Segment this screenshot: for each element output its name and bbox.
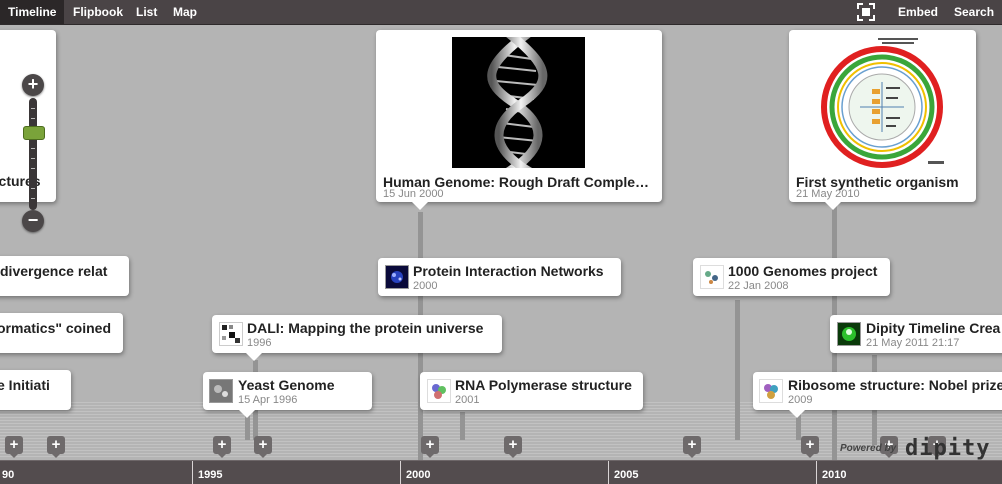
event-card-rna-polymerase[interactable]: RNA Polymerase structure 2001 bbox=[420, 372, 643, 410]
zoom-notch bbox=[31, 148, 35, 149]
axis-year-label: 2005 bbox=[614, 469, 639, 481]
powered-by-label: Powered by bbox=[840, 443, 897, 454]
card-pointer bbox=[239, 410, 255, 418]
event-date: 15 Jun 2000 bbox=[383, 188, 444, 200]
yeast-thumbnail bbox=[209, 379, 233, 403]
event-title: Ribosome structure: Nobel prize bbox=[788, 377, 1002, 393]
timeline-stage[interactable]: Timeline Flipbook List Map Embed Search … bbox=[0, 0, 1002, 484]
event-title: Yeast Genome bbox=[238, 377, 335, 393]
event-title: 1000 Genomes project bbox=[728, 263, 878, 279]
fullscreen-icon[interactable] bbox=[857, 3, 875, 21]
add-event-button[interactable]: + bbox=[47, 436, 65, 458]
tab-timeline[interactable]: Timeline bbox=[0, 0, 65, 24]
matrix-thumbnail bbox=[219, 322, 243, 346]
add-event-button[interactable]: + bbox=[254, 436, 272, 458]
event-date: 2009 bbox=[788, 394, 813, 406]
event-card-initiative[interactable]: e Initiati bbox=[0, 370, 71, 410]
card-pointer bbox=[246, 353, 262, 361]
event-title: e Initiati bbox=[0, 377, 50, 393]
stem-rna-pol bbox=[460, 412, 465, 440]
top-nav-bar: Timeline Flipbook List Map Embed Search bbox=[0, 0, 1002, 25]
event-title: DALI: Mapping the protein universe bbox=[247, 320, 484, 336]
add-event-button[interactable]: + bbox=[421, 436, 439, 458]
event-card-divergence[interactable]: divergence relat bbox=[0, 256, 129, 296]
event-date: 2000 bbox=[413, 280, 438, 292]
event-title: divergence relat bbox=[0, 263, 108, 279]
event-date: 21 May 2011 21:17 bbox=[866, 337, 960, 349]
event-card-dipity-timeline[interactable]: Dipity Timeline Crea 21 May 2011 21:17 bbox=[830, 315, 1002, 353]
event-date: 15 Apr 1996 bbox=[238, 394, 298, 406]
tab-flipbook[interactable]: Flipbook bbox=[73, 0, 123, 24]
add-event-button[interactable]: + bbox=[5, 436, 23, 458]
axis-year-label: 2010 bbox=[822, 469, 847, 481]
dipity-thumbnail bbox=[837, 322, 861, 346]
event-card-yeast-genome[interactable]: Yeast Genome 15 Apr 1996 bbox=[203, 372, 372, 418]
axis-tick bbox=[816, 461, 817, 484]
event-card-human-genome[interactable]: Human Genome: Rough Draft Comple… 15 Jun… bbox=[376, 30, 662, 210]
add-event-button[interactable]: + bbox=[683, 436, 701, 458]
event-card-informatics[interactable]: ormatics" coined bbox=[0, 313, 123, 353]
card-pointer bbox=[789, 410, 805, 418]
search-button[interactable]: Search bbox=[954, 0, 994, 24]
axis-year-label: 2000 bbox=[406, 469, 431, 481]
zoom-notch bbox=[31, 108, 35, 109]
tab-list[interactable]: List bbox=[136, 0, 157, 24]
event-date: 21 May 2010 bbox=[796, 188, 860, 200]
dipity-logo[interactable]: dipity bbox=[905, 436, 990, 461]
event-title: ormatics" coined bbox=[0, 320, 112, 336]
event-card-protein-networks[interactable]: Protein Interaction Networks 2000 bbox=[378, 258, 621, 296]
zoom-out-button[interactable]: − bbox=[22, 210, 44, 232]
event-date: 22 Jan 2008 bbox=[728, 280, 789, 292]
protein-thumbnail bbox=[427, 379, 451, 403]
add-event-button[interactable]: + bbox=[801, 436, 819, 458]
genome-map-image bbox=[816, 37, 949, 168]
stem-1000-genomes bbox=[735, 300, 740, 440]
dna-helix-image bbox=[452, 37, 585, 168]
card-pointer bbox=[825, 202, 841, 210]
embed-button[interactable]: Embed bbox=[898, 0, 938, 24]
event-title: Protein Interaction Networks bbox=[413, 263, 604, 279]
event-card-synthetic-organism[interactable]: First synthetic organism 21 May 2010 bbox=[789, 30, 976, 210]
event-card-1000-genomes[interactable]: 1000 Genomes project 22 Jan 2008 bbox=[693, 258, 890, 296]
zoom-notch bbox=[31, 158, 35, 159]
stem-yeast bbox=[245, 415, 250, 440]
zoom-control: + − bbox=[22, 74, 45, 234]
axis-year-label: 1995 bbox=[198, 469, 223, 481]
axis-year-label: 90 bbox=[2, 469, 15, 481]
ribosome-thumbnail bbox=[759, 379, 783, 403]
axis-tick bbox=[608, 461, 609, 484]
zoom-in-button[interactable]: + bbox=[22, 74, 44, 96]
event-date: 2001 bbox=[455, 394, 480, 406]
event-card-dali[interactable]: DALI: Mapping the protein universe 1996 bbox=[212, 315, 502, 361]
zoom-notch bbox=[31, 168, 35, 169]
add-event-button[interactable]: + bbox=[213, 436, 231, 458]
event-title: RNA Polymerase structure bbox=[455, 377, 632, 393]
axis-tick bbox=[192, 461, 193, 484]
event-card-ribosome[interactable]: Ribosome structure: Nobel prize 2009 bbox=[753, 372, 1002, 418]
zoom-track[interactable] bbox=[29, 98, 37, 210]
tab-map[interactable]: Map bbox=[173, 0, 197, 24]
time-axis[interactable] bbox=[0, 460, 1002, 484]
molecule-thumbnail bbox=[700, 265, 724, 289]
event-title: Dipity Timeline Crea bbox=[866, 320, 1001, 336]
network-thumbnail bbox=[385, 265, 409, 289]
zoom-notch bbox=[31, 118, 35, 119]
axis-tick bbox=[400, 461, 401, 484]
card-pointer bbox=[412, 202, 428, 210]
zoom-notch bbox=[31, 198, 35, 199]
zoom-slider-handle[interactable] bbox=[23, 126, 45, 140]
add-event-button[interactable]: + bbox=[504, 436, 522, 458]
zoom-notch bbox=[31, 188, 35, 189]
event-date: 1996 bbox=[247, 337, 272, 349]
